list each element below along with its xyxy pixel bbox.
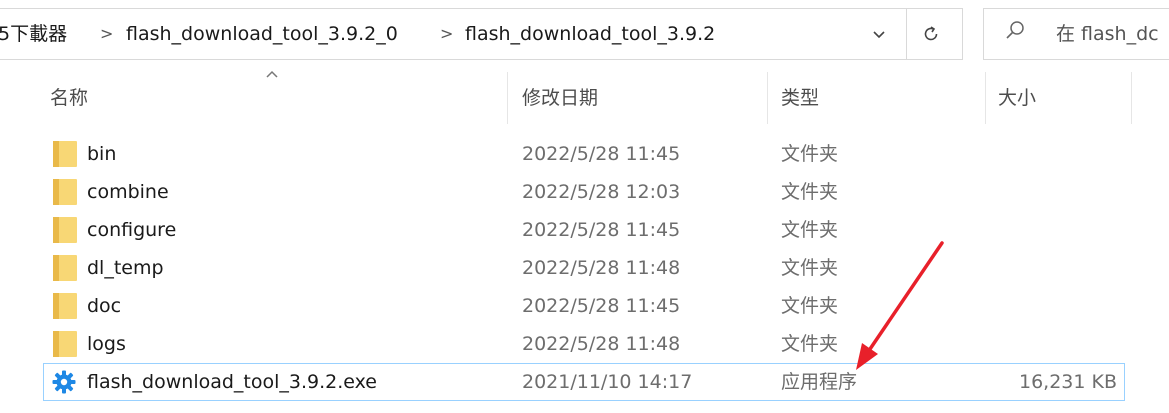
file-row-dl-temp[interactable]: dl_temp 2022/5/28 11:48 文件夹	[0, 249, 1169, 287]
file-type: 文件夹	[781, 181, 839, 203]
file-date: 2022/5/28 12:03	[522, 181, 681, 203]
folder-icon	[53, 331, 77, 357]
folder-icon	[53, 293, 77, 319]
column-header-size[interactable]: 大小	[998, 72, 1036, 124]
file-date: 2022/5/28 11:45	[522, 295, 681, 317]
file-date: 2021/11/10 14:17	[522, 371, 693, 393]
folder-icon	[53, 179, 77, 205]
file-date: 2022/5/28 11:48	[522, 257, 681, 279]
file-type: 文件夹	[781, 333, 839, 355]
file-name: configure	[87, 219, 177, 241]
file-name: bin	[87, 143, 117, 165]
file-row-bin[interactable]: bin 2022/5/28 11:45 文件夹	[0, 135, 1169, 173]
column-header-row: 名称 修改日期 类型 大小	[0, 72, 1169, 124]
breadcrumb-item-current[interactable]: flash_download_tool_3.9.2	[465, 9, 715, 59]
gear-icon	[52, 370, 76, 394]
breadcrumb-separator[interactable]: >	[440, 9, 453, 59]
file-size: 16,231 KB	[1018, 371, 1117, 393]
column-header-date[interactable]: 修改日期	[522, 72, 598, 124]
file-row-exe[interactable]: flash_download_tool_3.9.2.exe 2021/11/10…	[0, 363, 1169, 401]
folder-icon	[53, 141, 77, 167]
search-input[interactable]: 在 flash_dc	[983, 8, 1169, 60]
refresh-icon	[921, 9, 941, 59]
refresh-button[interactable]	[906, 9, 962, 59]
file-type: 文件夹	[781, 219, 839, 241]
file-row-configure[interactable]: configure 2022/5/28 11:45 文件夹	[0, 211, 1169, 249]
file-date: 2022/5/28 11:48	[522, 333, 681, 355]
column-header-name[interactable]: 名称	[50, 72, 88, 124]
file-row-logs[interactable]: logs 2022/5/28 11:48 文件夹	[0, 325, 1169, 363]
file-name: dl_temp	[87, 257, 164, 279]
folder-icon	[53, 217, 77, 243]
search-placeholder: 在 flash_dc	[1056, 23, 1159, 45]
breadcrumb-item-downloader[interactable]: 5下載器	[0, 9, 67, 59]
file-name: flash_download_tool_3.9.2.exe	[87, 371, 377, 393]
chevron-down-icon[interactable]	[860, 9, 898, 59]
search-icon	[1006, 21, 1024, 39]
file-type: 应用程序	[781, 371, 858, 393]
file-type: 文件夹	[781, 143, 839, 165]
column-header-type[interactable]: 类型	[781, 72, 819, 124]
file-type: 文件夹	[781, 257, 839, 279]
breadcrumb-separator[interactable]: >	[100, 9, 113, 59]
address-bar[interactable]: 5下載器 > flash_download_tool_3.9.2_0 > fla…	[0, 8, 963, 60]
folder-icon	[53, 255, 77, 281]
breadcrumb-item-parent[interactable]: flash_download_tool_3.9.2_0	[126, 9, 398, 59]
column-divider[interactable]	[767, 72, 768, 124]
column-divider[interactable]	[1131, 72, 1132, 124]
file-date: 2022/5/28 11:45	[522, 219, 681, 241]
file-name: logs	[87, 333, 126, 355]
file-type: 文件夹	[781, 295, 839, 317]
file-date: 2022/5/28 11:45	[522, 143, 681, 165]
column-divider[interactable]	[507, 72, 508, 124]
column-divider[interactable]	[985, 72, 986, 124]
file-row-doc[interactable]: doc 2022/5/28 11:45 文件夹	[0, 287, 1169, 325]
file-name: combine	[87, 181, 169, 203]
file-row-combine[interactable]: combine 2022/5/28 12:03 文件夹	[0, 173, 1169, 211]
file-name: doc	[87, 295, 122, 317]
